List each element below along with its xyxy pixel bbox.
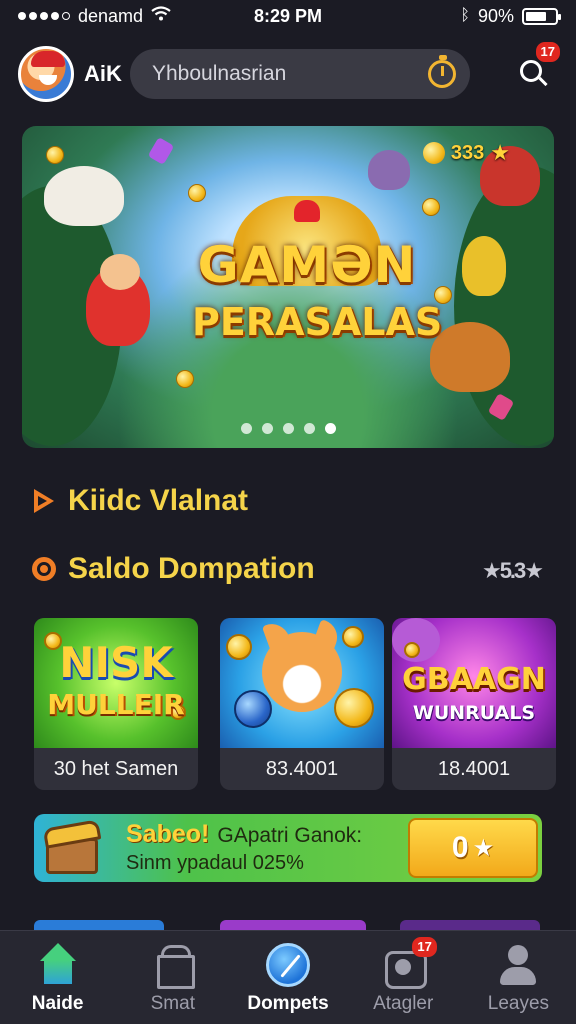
- game-art: NISK MULLEIR: [34, 618, 198, 748]
- game-card[interactable]: NISK MULLEIR 30 het Samen: [34, 618, 198, 790]
- hero-title-line1: GAMƏN: [197, 236, 417, 294]
- carousel-dot[interactable]: [261, 423, 273, 434]
- game-card-label: 30 het Samen: [53, 758, 179, 780]
- treasure-chest-icon: [40, 819, 104, 878]
- nav-home[interactable]: Naide: [0, 931, 115, 1024]
- search-icon: [520, 60, 542, 82]
- section-header-games[interactable]: Saldo Dompation: [32, 552, 315, 586]
- star-icon: ★: [490, 140, 510, 165]
- game-art-subtitle: MULLEIR: [47, 688, 185, 721]
- cat-character: [368, 150, 410, 190]
- goat-character: [44, 166, 124, 226]
- nav-inbox[interactable]: 17 Atagler: [346, 931, 461, 1024]
- kid-character: [462, 236, 506, 296]
- promo-headline: Sabeo!: [126, 820, 210, 848]
- coin-decoration: [176, 370, 194, 388]
- avatar[interactable]: [18, 46, 74, 102]
- flower-icon: [32, 557, 56, 581]
- game-card-label: 18.4001: [437, 758, 511, 780]
- battery-percent: 90%: [477, 5, 514, 26]
- bottom-nav: Naide Smat Dompets 17 Atagler Leayes: [0, 930, 576, 1024]
- nav-label: Smat: [150, 993, 195, 1014]
- carousel-indicator[interactable]: [22, 423, 554, 434]
- nav-label: Dompets: [247, 993, 329, 1014]
- game-card-label: 83.4001: [265, 758, 339, 780]
- hero-coin-value: 333: [450, 141, 485, 164]
- nav-label: Atagler: [373, 993, 434, 1014]
- game-card[interactable]: 83.4001: [220, 618, 384, 790]
- store-icon: [151, 943, 195, 989]
- game-art-title: NISK: [59, 638, 173, 687]
- star-icon: ★: [472, 834, 495, 862]
- play-icon: [34, 489, 54, 513]
- username: AiK: [84, 61, 122, 86]
- nav-label: Naide: [31, 993, 84, 1014]
- dog-character: [430, 322, 510, 392]
- boy-face: [100, 254, 140, 290]
- search-bar[interactable]: [130, 49, 470, 99]
- promo-claim-button[interactable]: 0 ★: [408, 818, 538, 878]
- game-card[interactable]: GBAAGN WUNRUALS 18.4001: [392, 618, 556, 790]
- rating-stars: ★5.3★: [481, 558, 544, 583]
- nav-profile[interactable]: Leayes: [461, 931, 576, 1024]
- game-art: GBAAGN WUNRUALS: [392, 618, 556, 748]
- section-title: Saldo Dompation: [68, 552, 315, 585]
- search-input[interactable]: [152, 62, 428, 86]
- bluetooth-icon: ᛒ: [460, 7, 470, 24]
- timer-icon[interactable]: [428, 55, 456, 88]
- carousel-dot[interactable]: [282, 423, 294, 434]
- heart-icon: [294, 200, 320, 222]
- user-icon: [496, 943, 540, 987]
- promo-button-value: 0: [451, 831, 469, 864]
- nav-label: Leayes: [487, 993, 550, 1014]
- hero-logo: GAMƏN PERASALAS: [192, 196, 443, 366]
- promo-banner[interactable]: Sabeo! GApatri Ganok: Sinm ypadaul 025% 0…: [34, 814, 542, 882]
- section-title: Kiidc Vlalnat: [68, 484, 249, 517]
- hero-banner[interactable]: GAMƏN PERASALAS 333 ★: [22, 126, 554, 448]
- game-art-subtitle: WUNRUALS: [412, 702, 536, 724]
- hero-title-line2: PERASALAS: [192, 300, 443, 344]
- carrier-name: denamd: [78, 5, 144, 26]
- promo-headline-row: Sabeo! GApatri Ganok:: [126, 820, 362, 849]
- carousel-dot-active[interactable]: [324, 423, 336, 434]
- carousel-dot[interactable]: [303, 423, 315, 434]
- promo-headline-rest: GApatri Ganok:: [217, 824, 363, 847]
- coin-decoration: [46, 146, 64, 164]
- nav-store[interactable]: Smat: [115, 931, 230, 1024]
- search-button[interactable]: 17: [508, 42, 560, 94]
- carousel-dot[interactable]: [240, 423, 252, 434]
- coin-icon: [422, 142, 445, 164]
- nav-badge: 17: [412, 937, 437, 957]
- status-time: 8:29 PM: [253, 5, 323, 26]
- app-header: AiK 17: [18, 42, 560, 106]
- promo-subline: Sinm ypadaul 025%: [126, 852, 304, 874]
- battery-icon: [522, 7, 561, 25]
- wifi-icon: [151, 5, 171, 27]
- compass-icon: [266, 943, 310, 987]
- gem-decoration: [147, 136, 175, 166]
- status-bar: denamd 8:29 PM ᛒ 90%: [0, 0, 576, 32]
- coin-decoration: [422, 198, 440, 216]
- notification-badge: 17: [535, 42, 560, 62]
- section-header-featured[interactable]: Kiidc Vlalnat: [32, 484, 248, 518]
- game-art: [220, 618, 384, 748]
- home-icon: [36, 943, 80, 987]
- fox-character: [262, 632, 342, 712]
- game-art-title: GBAAGN: [402, 662, 546, 697]
- signal-icon: [18, 12, 70, 20]
- nav-discover[interactable]: Dompets: [230, 931, 345, 1024]
- hero-coin-counter: 333 ★: [422, 140, 510, 166]
